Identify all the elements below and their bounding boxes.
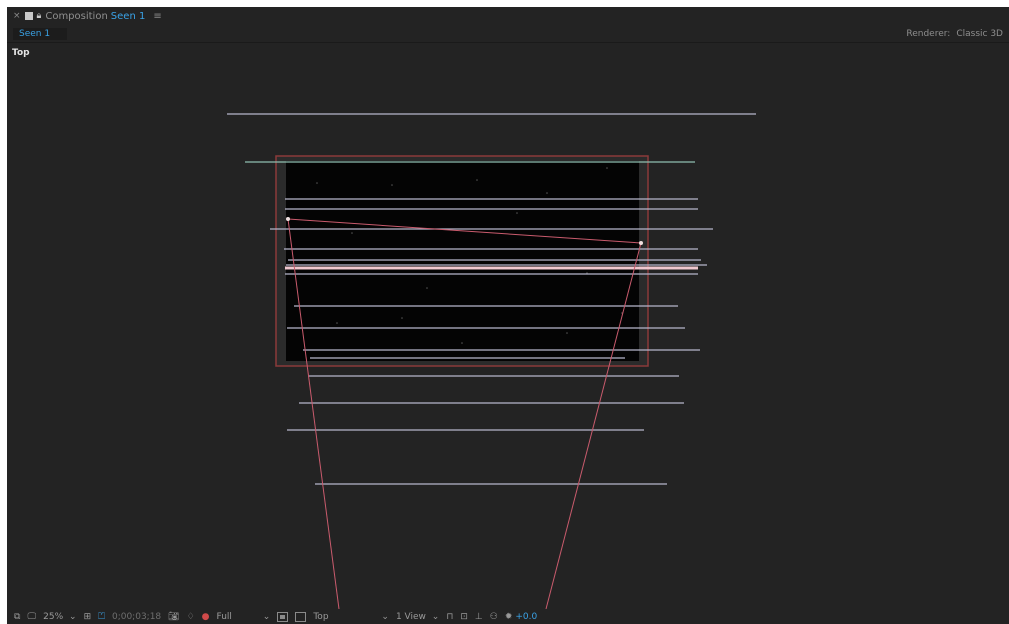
camera-point-of-interest[interactable] [286,217,290,221]
zoom-select[interactable]: 25% ⌄ [43,612,76,622]
fast-preview-icon[interactable] [295,611,307,622]
camera-handle[interactable] [639,241,643,245]
comp-tab-row: Seen 1 Renderer: Classic 3D [7,26,1009,43]
tab-seen-1[interactable]: Seen 1 [13,28,67,40]
monitor-icon[interactable]: 🖵︎ [27,612,36,622]
view-layout-value: 1 View [395,611,426,622]
composition-viewer[interactable]: Top [7,43,1009,609]
exposure-value[interactable]: +0.0 [515,612,537,622]
grid-icon[interactable]: ⊓ [446,612,453,622]
snapshot-icon[interactable]: 📷︎ [168,612,179,622]
viewer-canvas[interactable] [7,43,1009,609]
lock-icon[interactable]: 🔒︎ [37,11,42,21]
mask-icon[interactable]: ⏍ [98,612,105,622]
show-snapshot-icon[interactable]: ♢ [187,612,195,622]
close-icon[interactable]: × [13,11,21,21]
transparency-grid-icon[interactable] [277,611,289,622]
resolution-select[interactable]: Full ⌄ [217,612,271,622]
safe-margins-icon[interactable]: ⊞ [84,612,92,622]
chevron-down-icon: ⌄ [431,611,440,622]
panel-title-prefix: Composition [45,10,108,22]
composition-panel: × 🔒︎ Composition Seen 1 ≡ Seen 1 Renderer… [7,7,1009,624]
renderer-label: Renderer: [906,29,951,39]
view-label: Top [12,48,30,58]
view-layout-select[interactable]: 1 View ⌄ [396,612,439,622]
chevron-down-icon: ⌄ [381,611,389,622]
chevron-down-icon: ⌄ [69,611,77,622]
view-value: Top [313,611,329,622]
panel-title: Composition Seen 1 [45,11,145,22]
flowchart-icon[interactable]: ⚇ [490,612,498,622]
renderer-value[interactable]: Classic 3D [956,29,1003,39]
comp-swatch-icon [24,12,33,20]
panel-title-comp-name: Seen 1 [110,10,146,22]
viewer-toolbar: ⧉ 🖵︎ 25% ⌄ ⊞ ⏍ 0;00;03;18 📷︎ ♢ ● Full ⌄ … [7,609,1009,624]
timecode[interactable]: 0;00;03;18 [112,612,161,622]
view-select[interactable]: Top ⌄ [313,612,389,622]
chevron-down-icon: ⌄ [262,611,271,622]
menu-icon[interactable]: ≡ [153,11,161,22]
region-icon[interactable]: ⧉ [14,612,20,622]
exposure-icon[interactable]: ✹ [505,612,513,622]
color-channel-icon[interactable]: ● [202,612,210,622]
panel-header: × 🔒︎ Composition Seen 1 ≡ [7,7,1009,25]
reset-view-icon[interactable]: ⊡ [460,612,468,622]
zoom-value: 25% [43,611,64,622]
renderer-info: Renderer: Classic 3D [906,29,1003,39]
timeline-icon[interactable]: ⊥ [475,612,483,622]
comp-content-black [286,161,639,361]
resolution-value: Full [216,611,232,622]
